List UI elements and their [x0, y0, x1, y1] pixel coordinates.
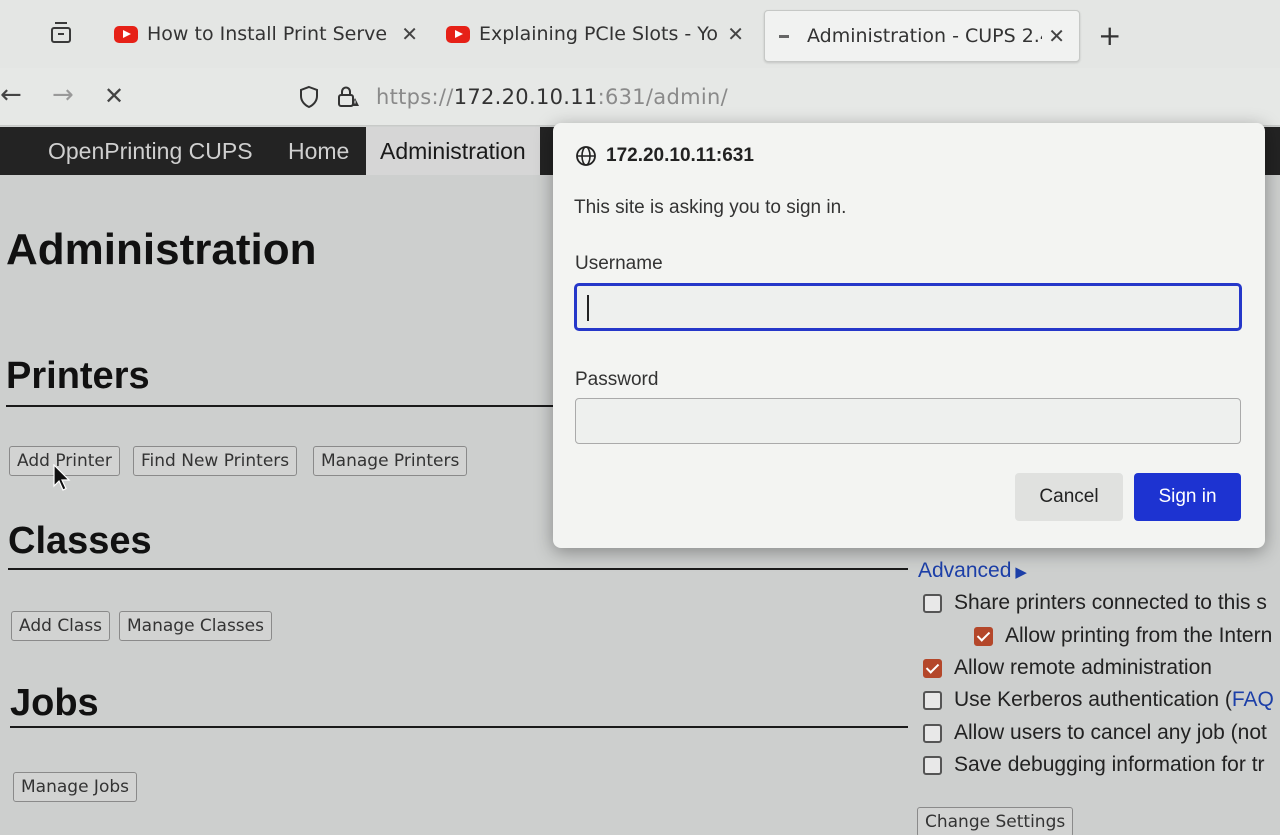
manage-jobs-button[interactable]: Manage Jobs [13, 772, 137, 802]
option-label: Allow printing from the Intern [1005, 624, 1273, 647]
nav-home[interactable]: Home [274, 127, 363, 175]
new-tab-icon[interactable]: + [1098, 22, 1121, 50]
insecure-lock-icon[interactable] [336, 85, 360, 109]
printers-heading: Printers [6, 355, 150, 397]
option-label: Allow users to cancel any job (not [954, 721, 1267, 744]
tab-title: Administration - CUPS 2.4 [807, 25, 1043, 47]
option-label: Save debugging information for tr [954, 753, 1265, 776]
youtube-icon [446, 25, 470, 43]
shield-icon[interactable] [298, 85, 320, 109]
nav-openprinting-cups[interactable]: OpenPrinting CUPS [34, 127, 267, 175]
address-bar[interactable]: https://172.20.10.11:631/admin/ [298, 80, 728, 114]
advanced-toggle[interactable]: Advanced ▶ [918, 559, 1027, 583]
close-tab-icon[interactable]: ✕ [1048, 24, 1065, 48]
password-label: Password [575, 369, 659, 390]
share-printers-checkbox[interactable] [923, 593, 942, 613]
sign-in-button[interactable]: Sign in [1134, 473, 1241, 521]
allow-internet-printing-checkbox[interactable] [974, 626, 993, 646]
globe-icon [576, 146, 596, 166]
jobs-heading: Jobs [10, 682, 99, 724]
manage-classes-button[interactable]: Manage Classes [119, 611, 272, 641]
close-tab-icon[interactable]: ✕ [401, 22, 418, 46]
classes-heading: Classes [8, 520, 152, 562]
advanced-label: Advanced [918, 559, 1012, 582]
tab-cups-admin[interactable]: Administration - CUPS 2.4 ✕ [764, 10, 1080, 62]
option-label: Allow remote administration [954, 656, 1212, 679]
faq-link[interactable]: FAQ [1232, 688, 1274, 712]
loading-icon [779, 34, 789, 38]
back-arrow-icon[interactable]: ← [0, 82, 22, 108]
page-title: Administration [6, 225, 317, 274]
tab-list-icon[interactable] [48, 22, 74, 46]
dialog-message: This site is asking you to sign in. [574, 197, 847, 218]
option-kerberos[interactable]: Use Kerberos authentication (FAQ [923, 688, 1274, 712]
navigation-bar: ← → ✕ https://172.20.10.11:631/admin/ [0, 68, 1280, 126]
printers-rule [6, 405, 566, 407]
option-share-printers[interactable]: Share printers connected to this s [923, 591, 1267, 615]
change-settings-button[interactable]: Change Settings [917, 807, 1074, 835]
tab-strip: How to Install Print Serve ✕ Explaining … [0, 0, 1280, 68]
manage-printers-button[interactable]: Manage Printers [313, 446, 468, 476]
url-scheme: https:// [376, 85, 454, 109]
remote-admin-checkbox[interactable] [923, 658, 942, 678]
cancel-button[interactable]: Cancel [1015, 473, 1123, 521]
cancel-any-job-checkbox[interactable] [923, 723, 942, 743]
tab-print-server-video[interactable]: How to Install Print Serve ✕ [114, 12, 418, 56]
close-tab-icon[interactable]: ✕ [727, 22, 744, 46]
mouse-cursor-icon [53, 464, 71, 491]
stop-loading-icon[interactable]: ✕ [104, 84, 124, 108]
username-label: Username [575, 253, 663, 274]
tab-title: Explaining PCIe Slots - Yo [479, 23, 718, 45]
username-input[interactable] [575, 284, 1241, 330]
nav-administration[interactable]: Administration [366, 127, 540, 175]
expand-triangle-icon: ▶ [1015, 564, 1027, 581]
classes-rule [8, 568, 908, 570]
option-allow-internet-printing[interactable]: Allow printing from the Intern [974, 624, 1272, 648]
option-cancel-any-job[interactable]: Allow users to cancel any job (not [923, 721, 1267, 745]
debug-logging-checkbox[interactable] [923, 755, 942, 775]
find-new-printers-button[interactable]: Find New Printers [133, 446, 298, 476]
url-text[interactable]: https://172.20.10.11:631/admin/ [376, 85, 728, 109]
dialog-origin-text: 172.20.10.11:631 [606, 145, 754, 166]
kerberos-checkbox[interactable] [923, 690, 942, 710]
text-caret [587, 295, 589, 321]
sign-in-dialog: 172.20.10.11:631 This site is asking you… [553, 123, 1265, 548]
dialog-origin: 172.20.10.11:631 [575, 145, 754, 167]
forward-arrow-icon[interactable]: → [52, 82, 74, 108]
tab-title: How to Install Print Serve [147, 23, 388, 45]
tab-pcie-video[interactable]: Explaining PCIe Slots - Yo ✕ [446, 12, 744, 56]
jobs-rule [10, 726, 908, 728]
option-label: Share printers connected to this s [954, 591, 1267, 614]
url-host: 172.20.10.11 [453, 85, 598, 109]
youtube-icon [114, 25, 138, 43]
option-remote-admin[interactable]: Allow remote administration [923, 656, 1212, 680]
option-label: Use Kerberos authentication ( [954, 688, 1232, 711]
password-input[interactable] [575, 398, 1241, 444]
url-path: :631/admin/ [597, 85, 728, 109]
option-debug-logging[interactable]: Save debugging information for tr [923, 753, 1265, 777]
add-class-button[interactable]: Add Class [11, 611, 111, 641]
